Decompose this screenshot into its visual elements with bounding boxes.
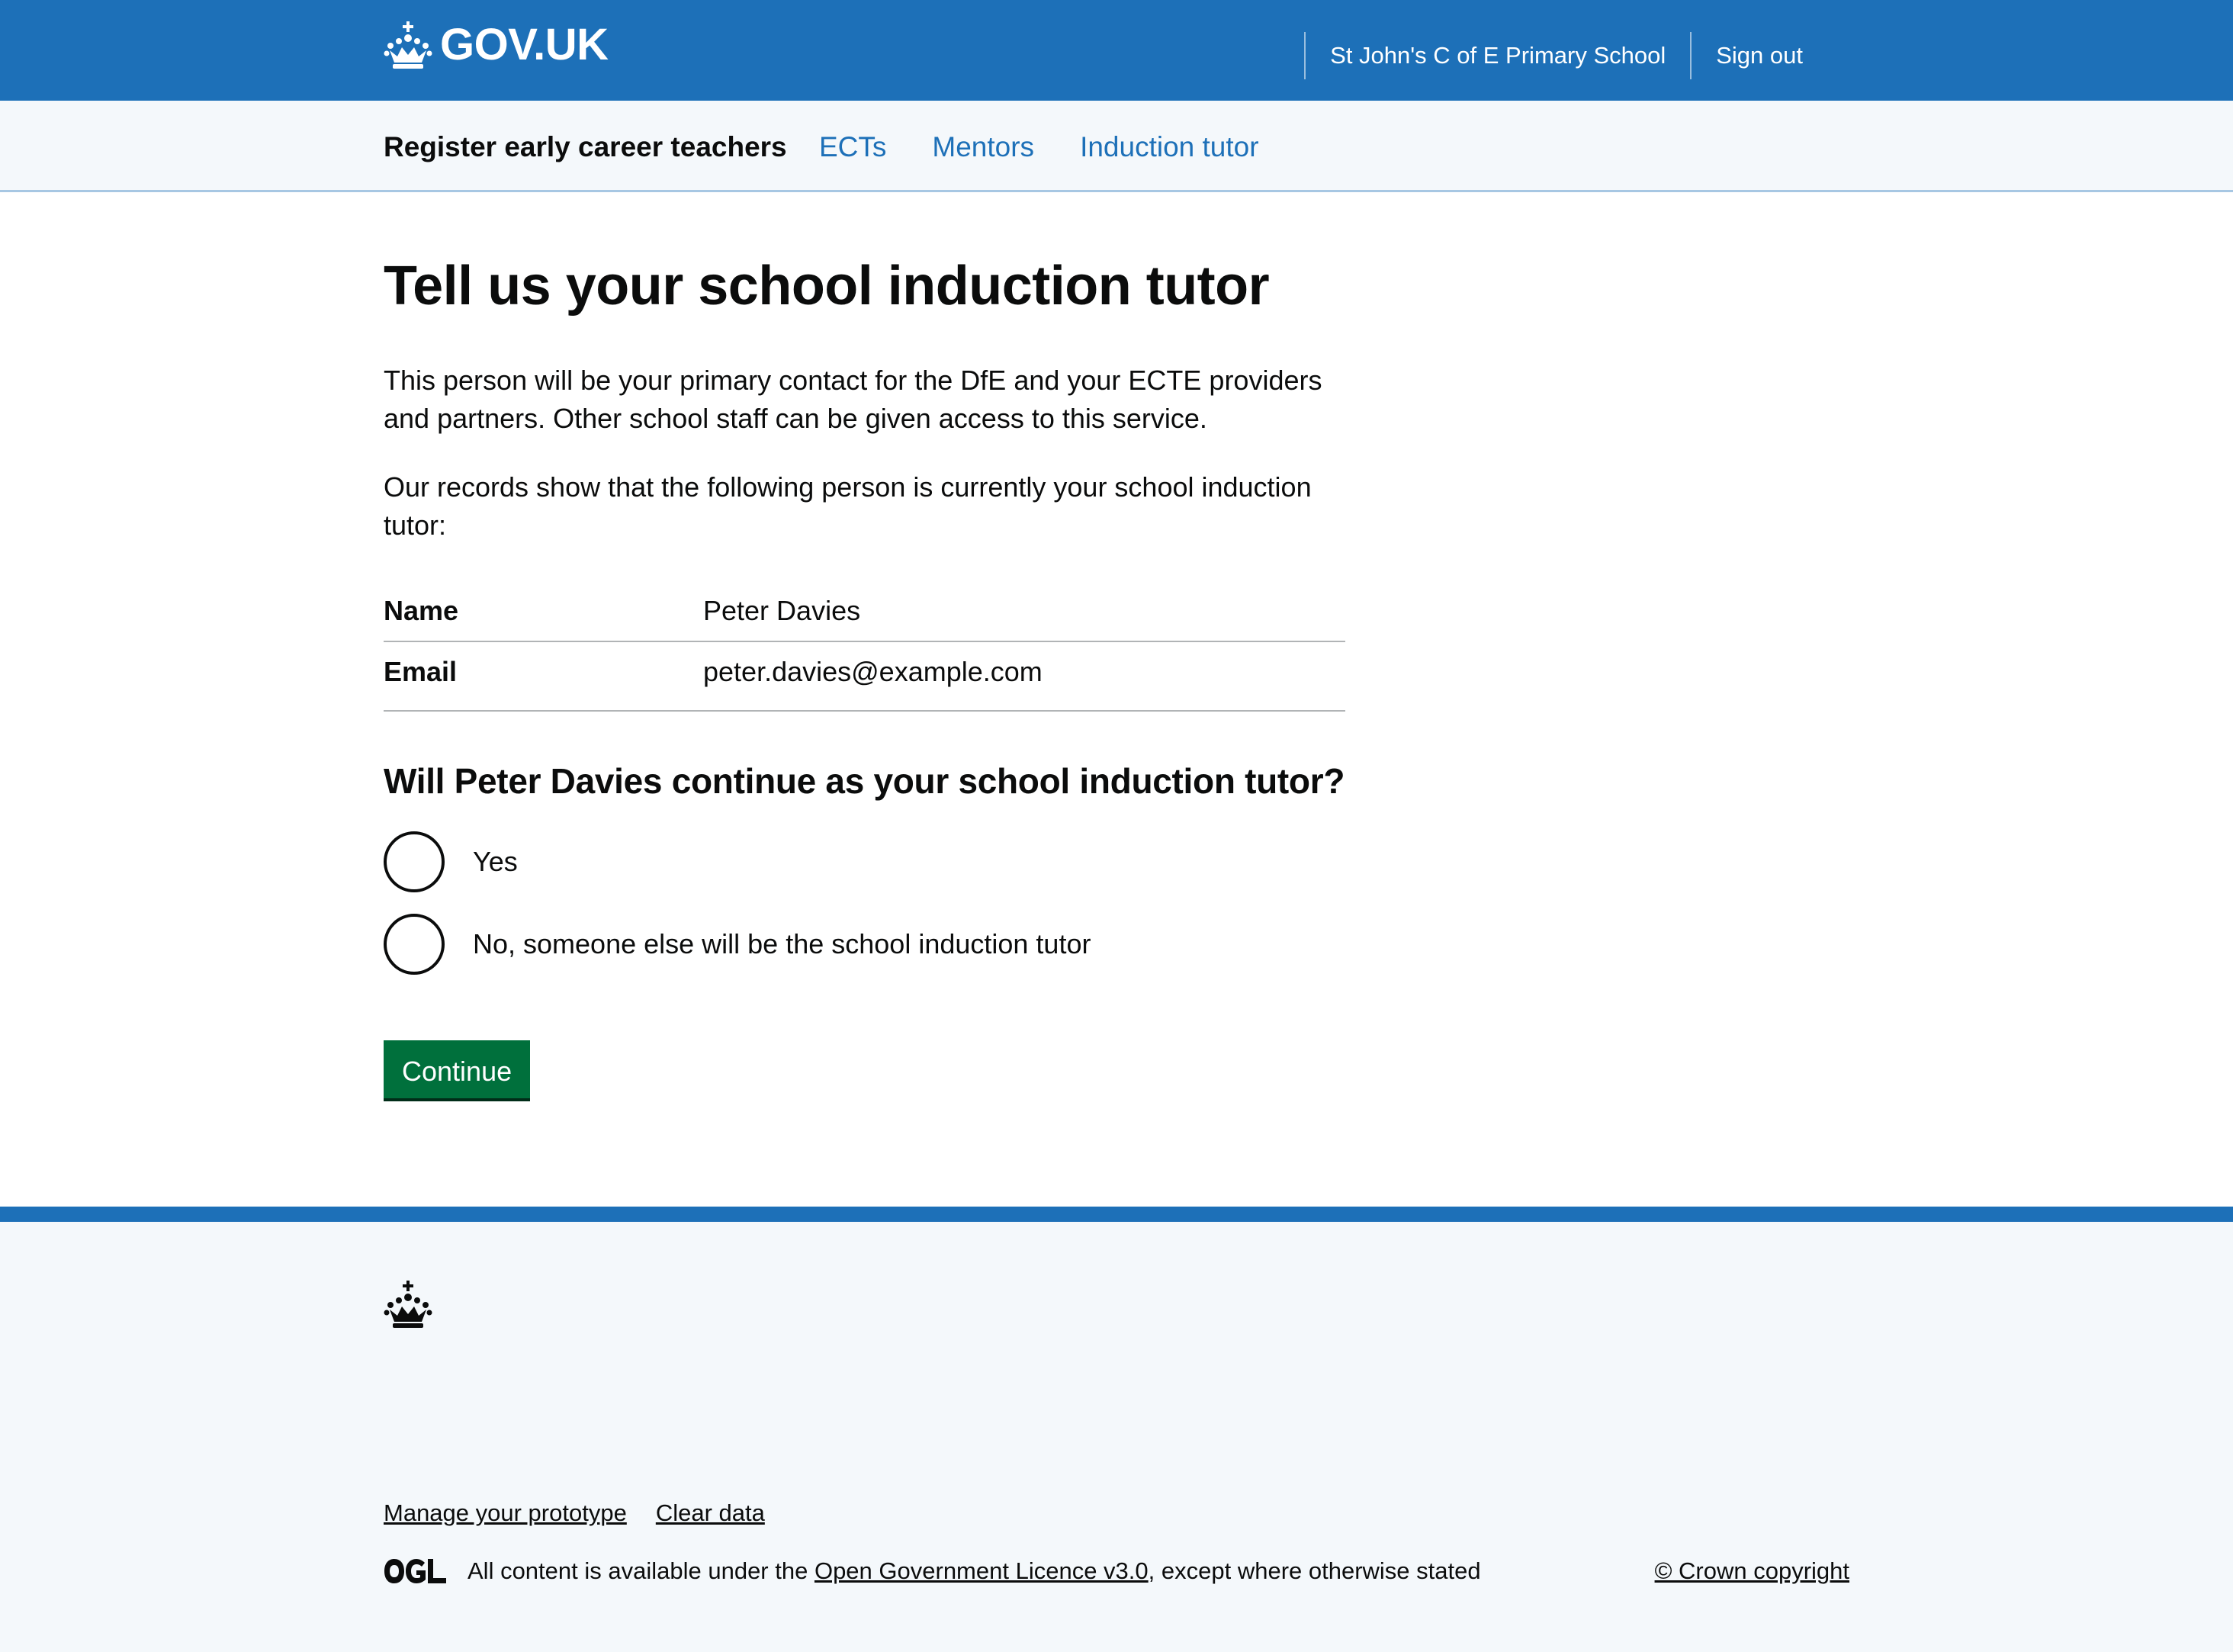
licence-prefix: All content is available under the (467, 1557, 814, 1584)
sign-out-link[interactable]: Sign out (1692, 32, 1827, 79)
continue-button[interactable]: Continue (384, 1040, 531, 1098)
licence-text: All content is available under the Open … (467, 1556, 1481, 1586)
licence-suffix: , except where otherwise stated (1148, 1557, 1481, 1584)
radio-button-no[interactable] (384, 914, 445, 975)
crown-copyright-link[interactable]: © Crown copyright (1655, 1556, 1849, 1586)
nav-item-induction-tutor[interactable]: Induction tutor (1080, 130, 1258, 165)
govuk-logo-link[interactable]: GOV.UK (384, 18, 609, 72)
manage-prototype-link[interactable]: Manage your prototype (384, 1498, 627, 1528)
summary-value: Peter Davies (703, 595, 861, 626)
footer-links: Manage your prototype Clear data (384, 1498, 765, 1528)
summary-value: peter.davies@example.com (703, 656, 1043, 687)
intro-paragraph: This person will be your primary contact… (384, 365, 1322, 434)
ogl-logo-icon (384, 1557, 448, 1585)
clear-data-link[interactable]: Clear data (656, 1498, 765, 1528)
summary-list: Name Peter Davies Email peter.davies@exa… (384, 584, 1345, 712)
radio-group: Yes No, someone else will be the school … (384, 830, 1091, 995)
page-title: Tell us your school induction tutor (384, 256, 1270, 317)
summary-row-email: Email peter.davies@example.com (384, 642, 1345, 712)
summary-row-name: Name Peter Davies (384, 584, 1345, 642)
school-name-link[interactable]: St John's C of E Primary School (1306, 32, 1690, 79)
crown-icon (384, 1280, 432, 1329)
nav-item-ects[interactable]: ECTs (819, 130, 886, 165)
summary-key: Name (384, 595, 459, 626)
service-name-link[interactable]: Register early career teachers (384, 130, 787, 165)
radio-label[interactable]: Yes (473, 843, 518, 881)
radio-option-no[interactable]: No, someone else will be the school indu… (384, 912, 1091, 976)
records-paragraph: Our records show that the following pers… (384, 471, 1312, 541)
nav-item-mentors[interactable]: Mentors (932, 130, 1034, 165)
radio-label[interactable]: No, someone else will be the school indu… (473, 925, 1091, 963)
service-nav-links: ECTs Mentors Induction tutor (819, 130, 1259, 165)
question-heading: Will Peter Davies continue as your schoo… (384, 761, 1345, 801)
header-navigation: St John's C of E Primary School Sign out (1304, 32, 1827, 79)
licence-link[interactable]: Open Government Licence v3.0 (814, 1557, 1149, 1584)
service-navigation: Register early career teachers ECTs Ment… (0, 101, 2233, 192)
licence-statement: All content is available under the Open … (384, 1556, 1481, 1586)
crown-icon (384, 21, 432, 69)
footer: Manage your prototype Clear data All con… (0, 1207, 2233, 1652)
govuk-header: GOV.UK St John's C of E Primary School S… (0, 0, 2233, 101)
logo-text: GOV.UK (440, 20, 609, 69)
summary-key: Email (384, 656, 458, 687)
radio-button-yes[interactable] (384, 831, 445, 892)
radio-option-yes[interactable]: Yes (384, 830, 1091, 894)
